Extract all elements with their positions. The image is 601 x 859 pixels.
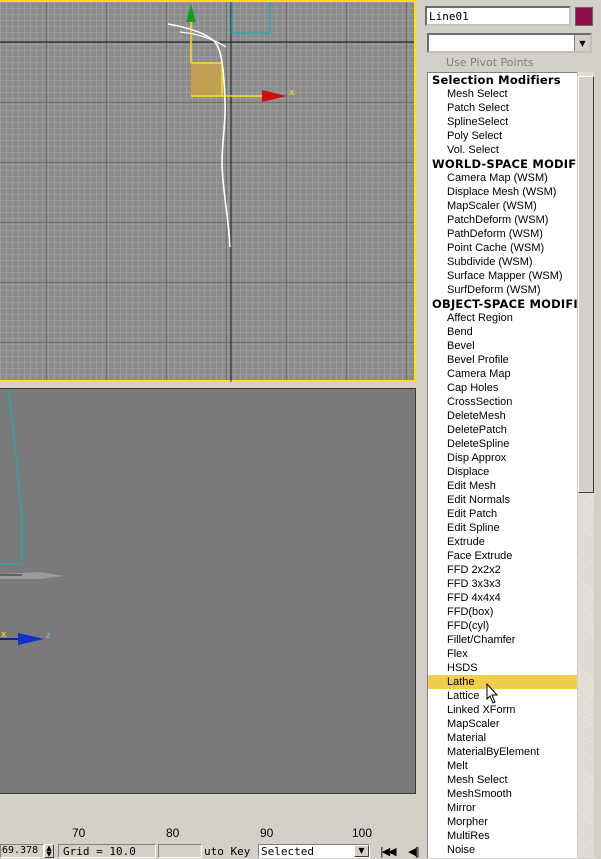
modifier-list-item[interactable]: Bend [428, 325, 577, 339]
time-tag-field[interactable] [158, 844, 202, 858]
modifier-list-item[interactable]: MultiRes [428, 829, 577, 843]
modifier-list-item[interactable]: Patch Select [428, 101, 577, 115]
use-pivot-points-option[interactable]: Use Pivot Points [427, 56, 577, 70]
modifier-list-item[interactable]: Bevel [428, 339, 577, 353]
axis-x-label-bottom: x [1, 630, 7, 640]
modifier-list-item[interactable]: Material [428, 731, 577, 745]
modifier-list-item[interactable]: Vol. Select [428, 143, 577, 157]
modifier-list-item[interactable]: Bevel Profile [428, 353, 577, 367]
chevron-down-icon[interactable]: ▼ [354, 845, 369, 857]
modifier-list-item[interactable]: MapScaler [428, 717, 577, 731]
modifier-list-item[interactable]: Mesh Select [428, 773, 577, 787]
modifier-list-item[interactable]: Edit Normals [428, 493, 577, 507]
modifier-list-item[interactable]: FFD(box) [428, 605, 577, 619]
modifier-list-item[interactable]: Noise [428, 843, 577, 857]
modifier-list-item[interactable]: FFD 4x4x4 [428, 591, 577, 605]
go-to-start-icon[interactable]: |◀◀ [380, 845, 397, 858]
modifier-list-item[interactable]: Disp Approx [428, 451, 577, 465]
ruler-tick: 80 [166, 826, 180, 840]
modifier-list-item[interactable]: Melt [428, 759, 577, 773]
modifier-list-item[interactable]: PathDeform (WSM) [428, 227, 577, 241]
modifier-list-item[interactable]: MapScaler (WSM) [428, 199, 577, 213]
viewport-top[interactable]: x [0, 0, 416, 382]
ruler-tick: 100 [352, 826, 373, 840]
previous-frame-icon[interactable]: ◀|| [408, 845, 420, 858]
modifier-list-item[interactable]: Edit Spline [428, 521, 577, 535]
modifier-list-item[interactable]: SplineSelect [428, 115, 577, 129]
modifier-list-item[interactable]: Subdivide (WSM) [428, 255, 577, 269]
modifier-list-item[interactable]: HSDS [428, 661, 577, 675]
modifier-list-item[interactable]: Face Extrude [428, 549, 577, 563]
modifier-list-item[interactable]: Mesh Select [428, 87, 577, 101]
modifier-list-item[interactable]: SurfDeform (WSM) [428, 283, 577, 297]
modifier-list-item[interactable]: Affect Region [428, 311, 577, 325]
modifier-list-item[interactable]: CrossSection [428, 395, 577, 409]
modifier-list-item[interactable]: Edit Patch [428, 507, 577, 521]
object-name-field[interactable]: Line01 [425, 6, 571, 26]
modifier-list-item[interactable]: Poly Select [428, 129, 577, 143]
modifier-list-item[interactable]: Surface Mapper (WSM) [428, 269, 577, 283]
modifier-list-item[interactable]: Camera Map [428, 367, 577, 381]
modifier-list[interactable]: Selection Modifiers Mesh Select Patch Sele… [427, 72, 577, 858]
modifier-category-header: Selection Modifiers [432, 73, 561, 87]
modifier-list-item[interactable]: DeletePatch [428, 423, 577, 437]
modifier-list-item[interactable]: DeleteMesh [428, 409, 577, 423]
viewport-left[interactable]: z x [0, 388, 416, 794]
modifier-list-item[interactable]: FFD 2x2x2 [428, 563, 577, 577]
ruler-tick: 90 [260, 826, 274, 840]
status-bar: 69.378 ▲ ▼ Grid = 10.0 uto Key Selected ▼… [0, 842, 420, 858]
modifier-list-item[interactable]: Displace [428, 465, 577, 479]
modifier-list-dropdown[interactable]: ▼ [427, 33, 592, 53]
modifier-list-item[interactable]: Displace Mesh (WSM) [428, 185, 577, 199]
modifier-list-item[interactable]: Lathe [428, 675, 577, 689]
modifier-list-item[interactable]: Lattice [428, 689, 577, 703]
modifier-list-item[interactable]: FFD 3x3x3 [428, 577, 577, 591]
modifier-list-item[interactable]: MeshSmooth [428, 787, 577, 801]
viewport-left-scene: z x [0, 389, 64, 645]
axis-x-label: x [289, 88, 295, 98]
modifier-list-item[interactable]: Point Cache (WSM) [428, 241, 577, 255]
viewport-top-scene: x [0, 2, 414, 382]
mouse-cursor-icon [486, 683, 499, 704]
coord-spinner[interactable]: ▲ ▼ [44, 844, 54, 858]
modifier-list-item[interactable]: Extrude [428, 535, 577, 549]
modifier-list-item[interactable]: PatchDeform (WSM) [428, 213, 577, 227]
time-ruler[interactable]: 70 80 90 100 [0, 820, 420, 842]
modifier-list-item[interactable]: Linked XForm [428, 703, 577, 717]
modifier-category-header: WORLD-SPACE MODIFIE [432, 157, 577, 171]
modifier-list-item[interactable]: Mirror [428, 801, 577, 815]
modifier-category-header: OBJECT-SPACE MODIFIE [432, 297, 577, 311]
chevron-down-icon[interactable]: ▼ [574, 35, 590, 51]
modifier-list-item[interactable]: Edit Mesh [428, 479, 577, 493]
modifier-list-item[interactable]: Flex [428, 647, 577, 661]
modifier-list-item[interactable]: Fillet/Chamfer [428, 633, 577, 647]
axis-z-label: z [46, 631, 51, 641]
object-color-swatch[interactable] [575, 7, 593, 26]
modifier-list-item[interactable]: Cap Holes [428, 381, 577, 395]
coord-field[interactable]: 69.378 [0, 844, 44, 858]
modifier-list-item[interactable]: FFD(cyl) [428, 619, 577, 633]
modifier-list-item[interactable]: MaterialByElement [428, 745, 577, 759]
auto-key-button[interactable]: uto Key [204, 845, 258, 859]
modifier-list-item[interactable]: Morpher [428, 815, 577, 829]
modifier-list-item[interactable]: DeleteSpline [428, 437, 577, 451]
modifier-list-item[interactable]: Camera Map (WSM) [428, 171, 577, 185]
grid-field: Grid = 10.0 [58, 844, 156, 858]
scrollbar-thumb[interactable] [578, 76, 594, 493]
ruler-tick: 70 [72, 826, 86, 840]
